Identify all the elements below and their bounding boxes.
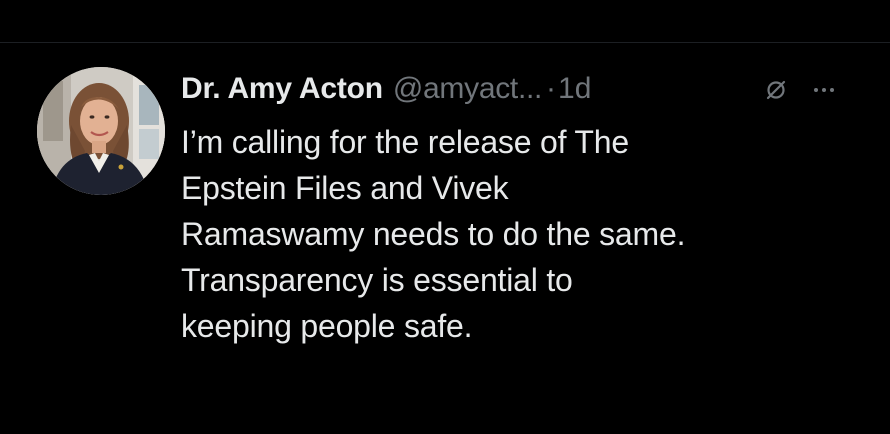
separator-dot: ·	[546, 72, 557, 105]
timestamp[interactable]: 1d	[558, 72, 591, 106]
grok-icon[interactable]	[764, 78, 788, 102]
more-horizontal-icon[interactable]	[804, 75, 844, 105]
display-name[interactable]: Dr. Amy Acton	[181, 72, 383, 106]
tweet[interactable]: Dr. Amy Acton @amyact... · 1d I’m callin…	[0, 43, 890, 434]
more-dot	[822, 88, 826, 92]
tweet-text-line: Epstein Files and Vivek	[181, 170, 509, 206]
more-dot	[814, 88, 818, 92]
user-handle[interactable]: @amyact...	[393, 72, 542, 106]
tweet-header: Dr. Amy Acton @amyact... · 1d	[181, 69, 591, 109]
avatar[interactable]	[37, 67, 165, 195]
tweet-text: I’m calling for the release of The Epste…	[181, 119, 871, 349]
tweet-text-line: Transparency is essential to	[181, 262, 573, 298]
profile-photo-icon	[37, 67, 165, 195]
tweet-text-line: I’m calling for the release of The	[181, 124, 629, 160]
tweet-text-line: keeping people safe.	[181, 308, 473, 344]
more-dot	[830, 88, 834, 92]
tweet-text-line: Ramaswamy needs to do the same.	[181, 216, 686, 252]
